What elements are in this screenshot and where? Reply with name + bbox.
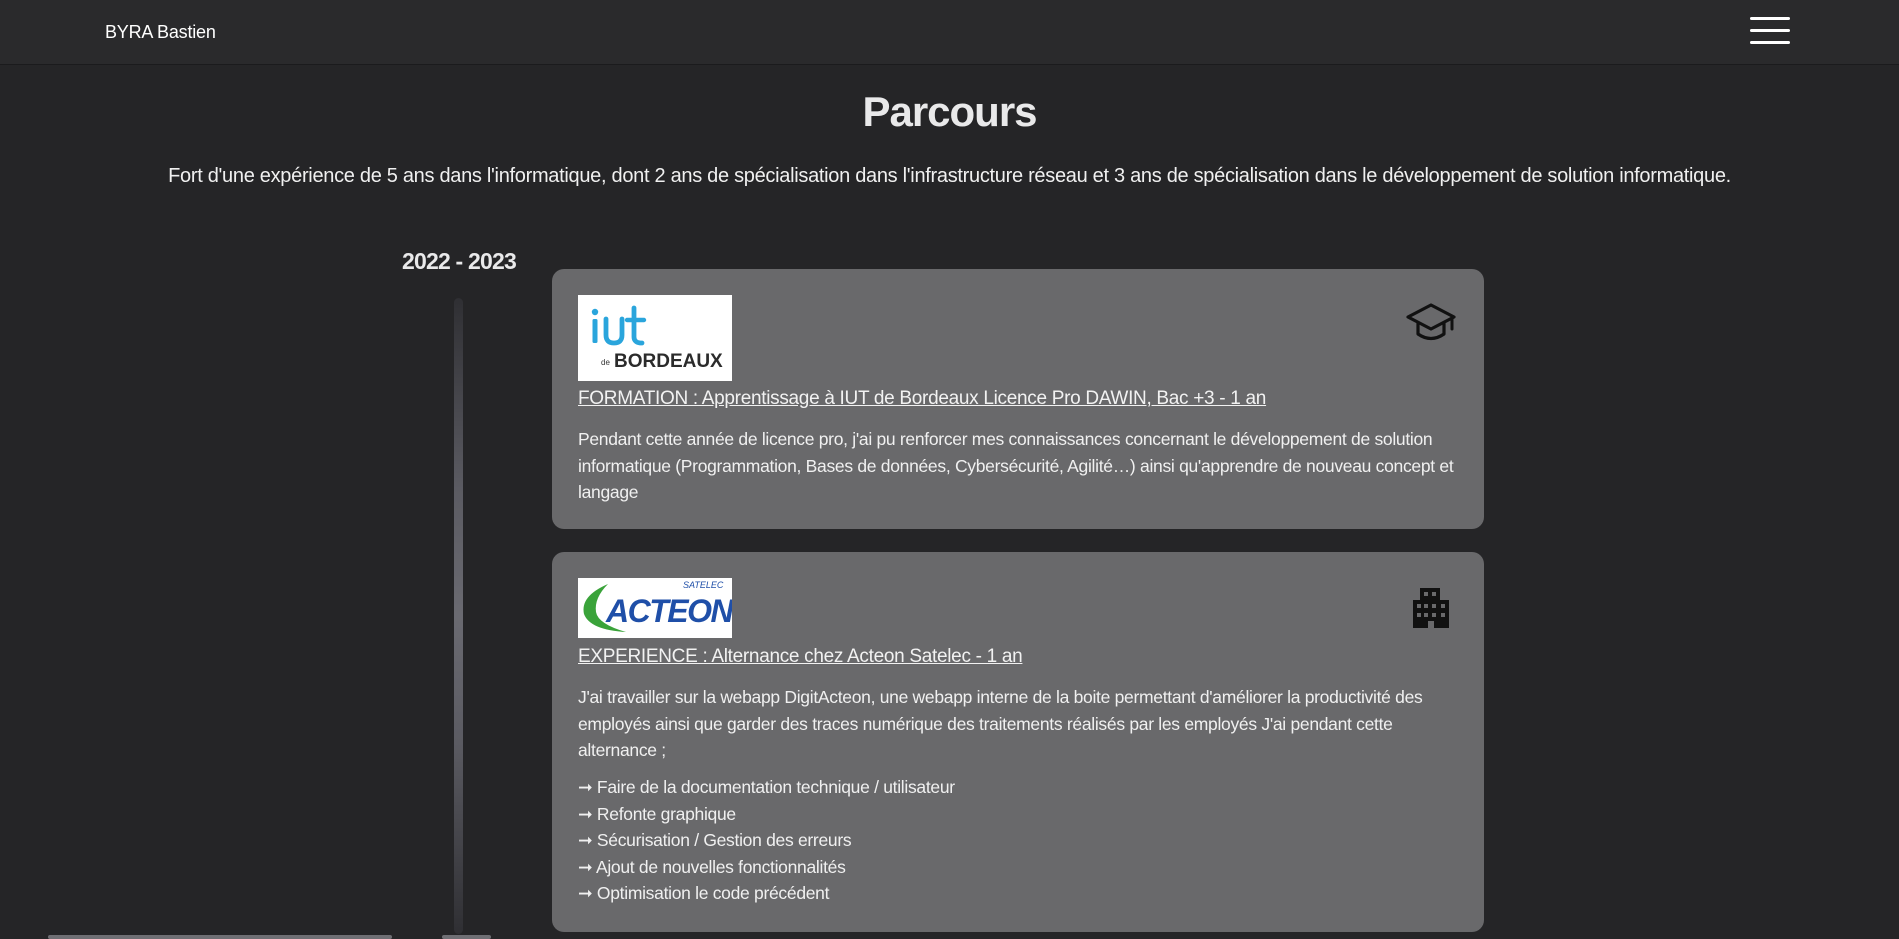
formation-title-link[interactable]: FORMATION : Apprentissage à IUT de Borde… <box>578 388 1266 410</box>
page-title: Parcours <box>862 88 1037 135</box>
timeline-line <box>454 298 463 934</box>
horizontal-scrollbar-thumb[interactable] <box>48 935 392 939</box>
experience-description: J'ai travailler sur la webapp DigitActeo… <box>578 687 1423 760</box>
iut-logo-graphic: de BORDEAUX <box>591 305 723 372</box>
acteon-satelec-logo: SATELEC ACTEON <box>578 578 732 638</box>
menu-bar <box>1750 17 1790 20</box>
logo-bordeaux-text: BORDEAUX <box>614 351 723 372</box>
timeline-card-experience: SATELEC ACTEON EXPERIENCE : Alternance c… <box>552 552 1484 932</box>
site-brand[interactable]: BYRA Bastien <box>105 22 216 43</box>
logo-satelec-text: SATELEC <box>683 580 724 590</box>
list-item: ➞ Refonte graphique <box>578 803 736 824</box>
formation-description: Pendant cette année de licence pro, j'ai… <box>578 429 1454 502</box>
intro-text: Fort d'une expérience de 5 ans dans l'in… <box>168 165 1731 187</box>
menu-bar <box>1750 41 1790 44</box>
list-item: ➞ Sécurisation / Gestion des erreurs <box>578 830 852 850</box>
acteon-logo-graphic: SATELEC ACTEON <box>583 580 732 632</box>
list-item: ➞ Faire de la documentation technique / … <box>578 777 955 797</box>
timeline-year: 2022 - 2023 <box>402 248 517 274</box>
top-navbar: BYRA Bastien <box>0 0 1899 64</box>
timeline-card-formation: de BORDEAUX FORMATION : Apprentissage à … <box>552 269 1484 529</box>
experience-title-link[interactable]: EXPERIENCE : Alternance chez Acteon Sate… <box>578 646 1023 668</box>
hamburger-menu-icon[interactable] <box>1750 15 1792 47</box>
logo-prefix-text: de <box>601 358 610 367</box>
graduation-cap-icon <box>1406 303 1456 341</box>
logo-acteon-text: ACTEON <box>605 593 732 629</box>
list-item: ➞ Ajout de nouvelles fonctionnalités <box>578 856 846 877</box>
timeline-scroll-indicator[interactable] <box>442 935 491 939</box>
experience-task-list: ➞ Faire de la documentation technique / … <box>578 774 955 907</box>
iut-bordeaux-logo: de BORDEAUX <box>578 295 732 381</box>
menu-bar <box>1750 29 1790 32</box>
office-building-icon <box>1413 588 1449 628</box>
list-item: ➞ Optimisation le code précédent <box>578 883 830 903</box>
